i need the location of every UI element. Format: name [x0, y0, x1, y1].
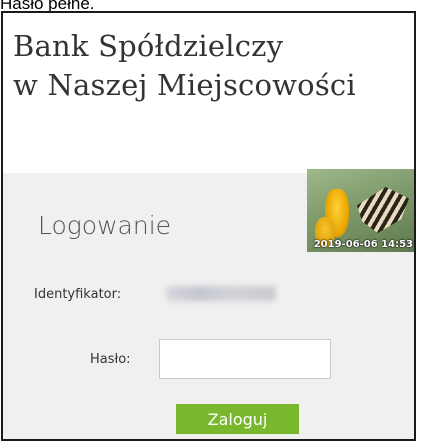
- password-label: Hasło:: [90, 352, 131, 367]
- butterfly-shape: [357, 187, 409, 233]
- identifier-label: Identyfikator:: [34, 287, 122, 302]
- bank-name-line-2: w Naszej Miejscowości: [13, 68, 356, 102]
- login-page-frame: Bank Spółdzielczy w Naszej Miejscowości …: [1, 11, 416, 441]
- password-input[interactable]: [159, 339, 331, 379]
- bank-name: Bank Spółdzielczy w Naszej Miejscowości: [13, 27, 356, 105]
- login-button[interactable]: Zaloguj: [176, 404, 299, 434]
- bank-name-line-1: Bank Spółdzielczy: [13, 29, 284, 63]
- photo-timestamp: 2019-06-06 14:53: [313, 239, 413, 250]
- login-heading: Logowanie: [38, 211, 172, 240]
- login-panel: 2019-06-06 14:53 Logowanie Identyfikator…: [3, 169, 414, 439]
- identifier-value-blurred: [166, 286, 276, 301]
- butterfly-photo: 2019-06-06 14:53: [307, 169, 414, 252]
